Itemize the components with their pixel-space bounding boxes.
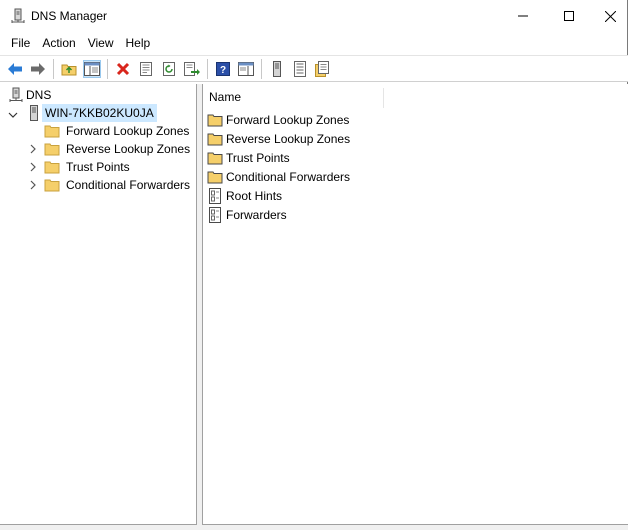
tree-label-conditional-forwarders: Conditional Forwarders	[66, 178, 191, 192]
menu-view[interactable]: View	[83, 32, 121, 54]
show-hide-console-tree-button[interactable]	[83, 60, 101, 78]
document-icon	[207, 187, 223, 204]
forward-icon	[31, 63, 45, 75]
chevron-right-icon[interactable]	[28, 144, 38, 154]
column-header-row: Name	[203, 84, 628, 110]
chevron-down-icon[interactable]	[8, 110, 18, 120]
close-button[interactable]	[592, 0, 628, 32]
properties-button[interactable]	[137, 60, 155, 78]
folder-icon	[44, 177, 60, 193]
status-bar	[0, 525, 628, 530]
list-item-label: Trust Points	[226, 150, 290, 165]
up-one-level-button[interactable]	[60, 60, 78, 78]
details-pane[interactable]: Name Forward Lookup Zones Reverse Lookup…	[202, 84, 628, 525]
document-icon	[207, 206, 223, 223]
minimize-button[interactable]	[500, 0, 546, 32]
list-item[interactable]: Forward Lookup Zones	[207, 110, 349, 129]
back-icon	[8, 63, 22, 75]
tree-item-forward-lookup-zones[interactable]: Forward Lookup Zones	[44, 122, 191, 140]
menu-bar: File Action View Help	[0, 32, 628, 54]
export-list-button[interactable]	[183, 60, 201, 78]
tree-label-trust-points: Trust Points	[66, 160, 130, 174]
show-hide-console-tree-icon	[84, 62, 100, 76]
help-icon: ?	[216, 62, 230, 76]
server-icon	[26, 105, 42, 121]
list-item-label: Conditional Forwarders	[226, 169, 351, 184]
list-item[interactable]: Conditional Forwarders	[207, 167, 350, 186]
server-button[interactable]	[268, 60, 286, 78]
refresh-icon	[163, 62, 175, 76]
toolbar-separator	[53, 59, 54, 79]
forward-button[interactable]	[29, 60, 47, 78]
show-hide-action-pane-button[interactable]	[237, 60, 255, 78]
toolbar-separator	[261, 59, 262, 79]
help-button[interactable]: ?	[214, 60, 232, 78]
zone-folders-icon	[315, 61, 329, 77]
up-folder-icon	[61, 64, 77, 76]
refresh-button[interactable]	[160, 60, 178, 78]
list-item-label: Forward Lookup Zones	[226, 112, 350, 127]
zone-folders-button[interactable]	[313, 60, 331, 78]
properties-icon	[140, 62, 152, 76]
toolbar-separator	[207, 59, 208, 79]
tree-label-server: WIN-7KKB02KU0JA	[42, 104, 157, 122]
delete-button[interactable]	[114, 60, 132, 78]
title-bar[interactable]: DNS Manager	[0, 0, 628, 32]
chevron-right-icon[interactable]	[28, 180, 38, 190]
folder-icon	[207, 112, 223, 128]
toolbar: ?	[0, 55, 628, 82]
maximize-icon	[564, 11, 574, 21]
tree-label-reverse-lookup-zones: Reverse Lookup Zones	[66, 142, 191, 156]
list-item[interactable]: Reverse Lookup Zones	[207, 129, 350, 148]
close-icon	[604, 10, 616, 22]
tree-item-server[interactable]: WIN-7KKB02KU0JA	[26, 104, 157, 122]
list-view-icon	[294, 61, 306, 77]
show-hide-action-pane-icon	[238, 62, 254, 76]
chevron-right-icon[interactable]	[28, 162, 38, 172]
delete-icon	[116, 62, 130, 76]
dns-root-icon	[8, 87, 24, 103]
tree-item-reverse-lookup-zones[interactable]: Reverse Lookup Zones	[44, 140, 192, 158]
folder-icon	[207, 150, 223, 166]
server-icon	[273, 61, 281, 77]
svg-text:?: ?	[220, 65, 226, 76]
list-item-label: Reverse Lookup Zones	[226, 131, 351, 146]
tree-label-dns: DNS	[26, 88, 52, 102]
folder-icon	[207, 131, 223, 147]
export-list-icon	[184, 62, 200, 76]
maximize-button[interactable]	[546, 0, 592, 32]
menu-action[interactable]: Action	[37, 32, 82, 54]
tree-label-forward-lookup-zones: Forward Lookup Zones	[66, 124, 190, 138]
folder-icon	[207, 169, 223, 185]
column-header-name[interactable]: Name	[209, 90, 241, 104]
list-item[interactable]: Trust Points	[207, 148, 290, 167]
toolbar-separator	[107, 59, 108, 79]
menu-help[interactable]: Help	[121, 32, 158, 54]
menu-file[interactable]: File	[6, 32, 37, 54]
tree-item-trust-points[interactable]: Trust Points	[44, 158, 132, 176]
dns-app-icon	[10, 8, 26, 24]
window-title: DNS Manager	[31, 9, 108, 23]
folder-icon	[44, 123, 60, 139]
dns-manager-window: DNS Manager File Action View Help ? DNS …	[0, 0, 628, 530]
column-separator[interactable]	[383, 88, 384, 108]
tree-item-conditional-forwarders[interactable]: Conditional Forwarders	[44, 176, 192, 194]
list-view-button[interactable]	[291, 60, 309, 78]
console-tree-pane[interactable]: DNS WIN-7KKB02KU0JA Forward Lookup Zones…	[0, 84, 197, 525]
back-button[interactable]	[6, 60, 24, 78]
tree-item-dns[interactable]: DNS	[8, 86, 53, 104]
list-item[interactable]: Root Hints	[207, 186, 282, 205]
minimize-icon	[518, 15, 528, 17]
list-item-label: Root Hints	[226, 188, 283, 203]
folder-icon	[44, 159, 60, 175]
list-item[interactable]: Forwarders	[207, 205, 287, 224]
list-item-label: Forwarders	[226, 207, 287, 222]
folder-icon	[44, 141, 60, 157]
